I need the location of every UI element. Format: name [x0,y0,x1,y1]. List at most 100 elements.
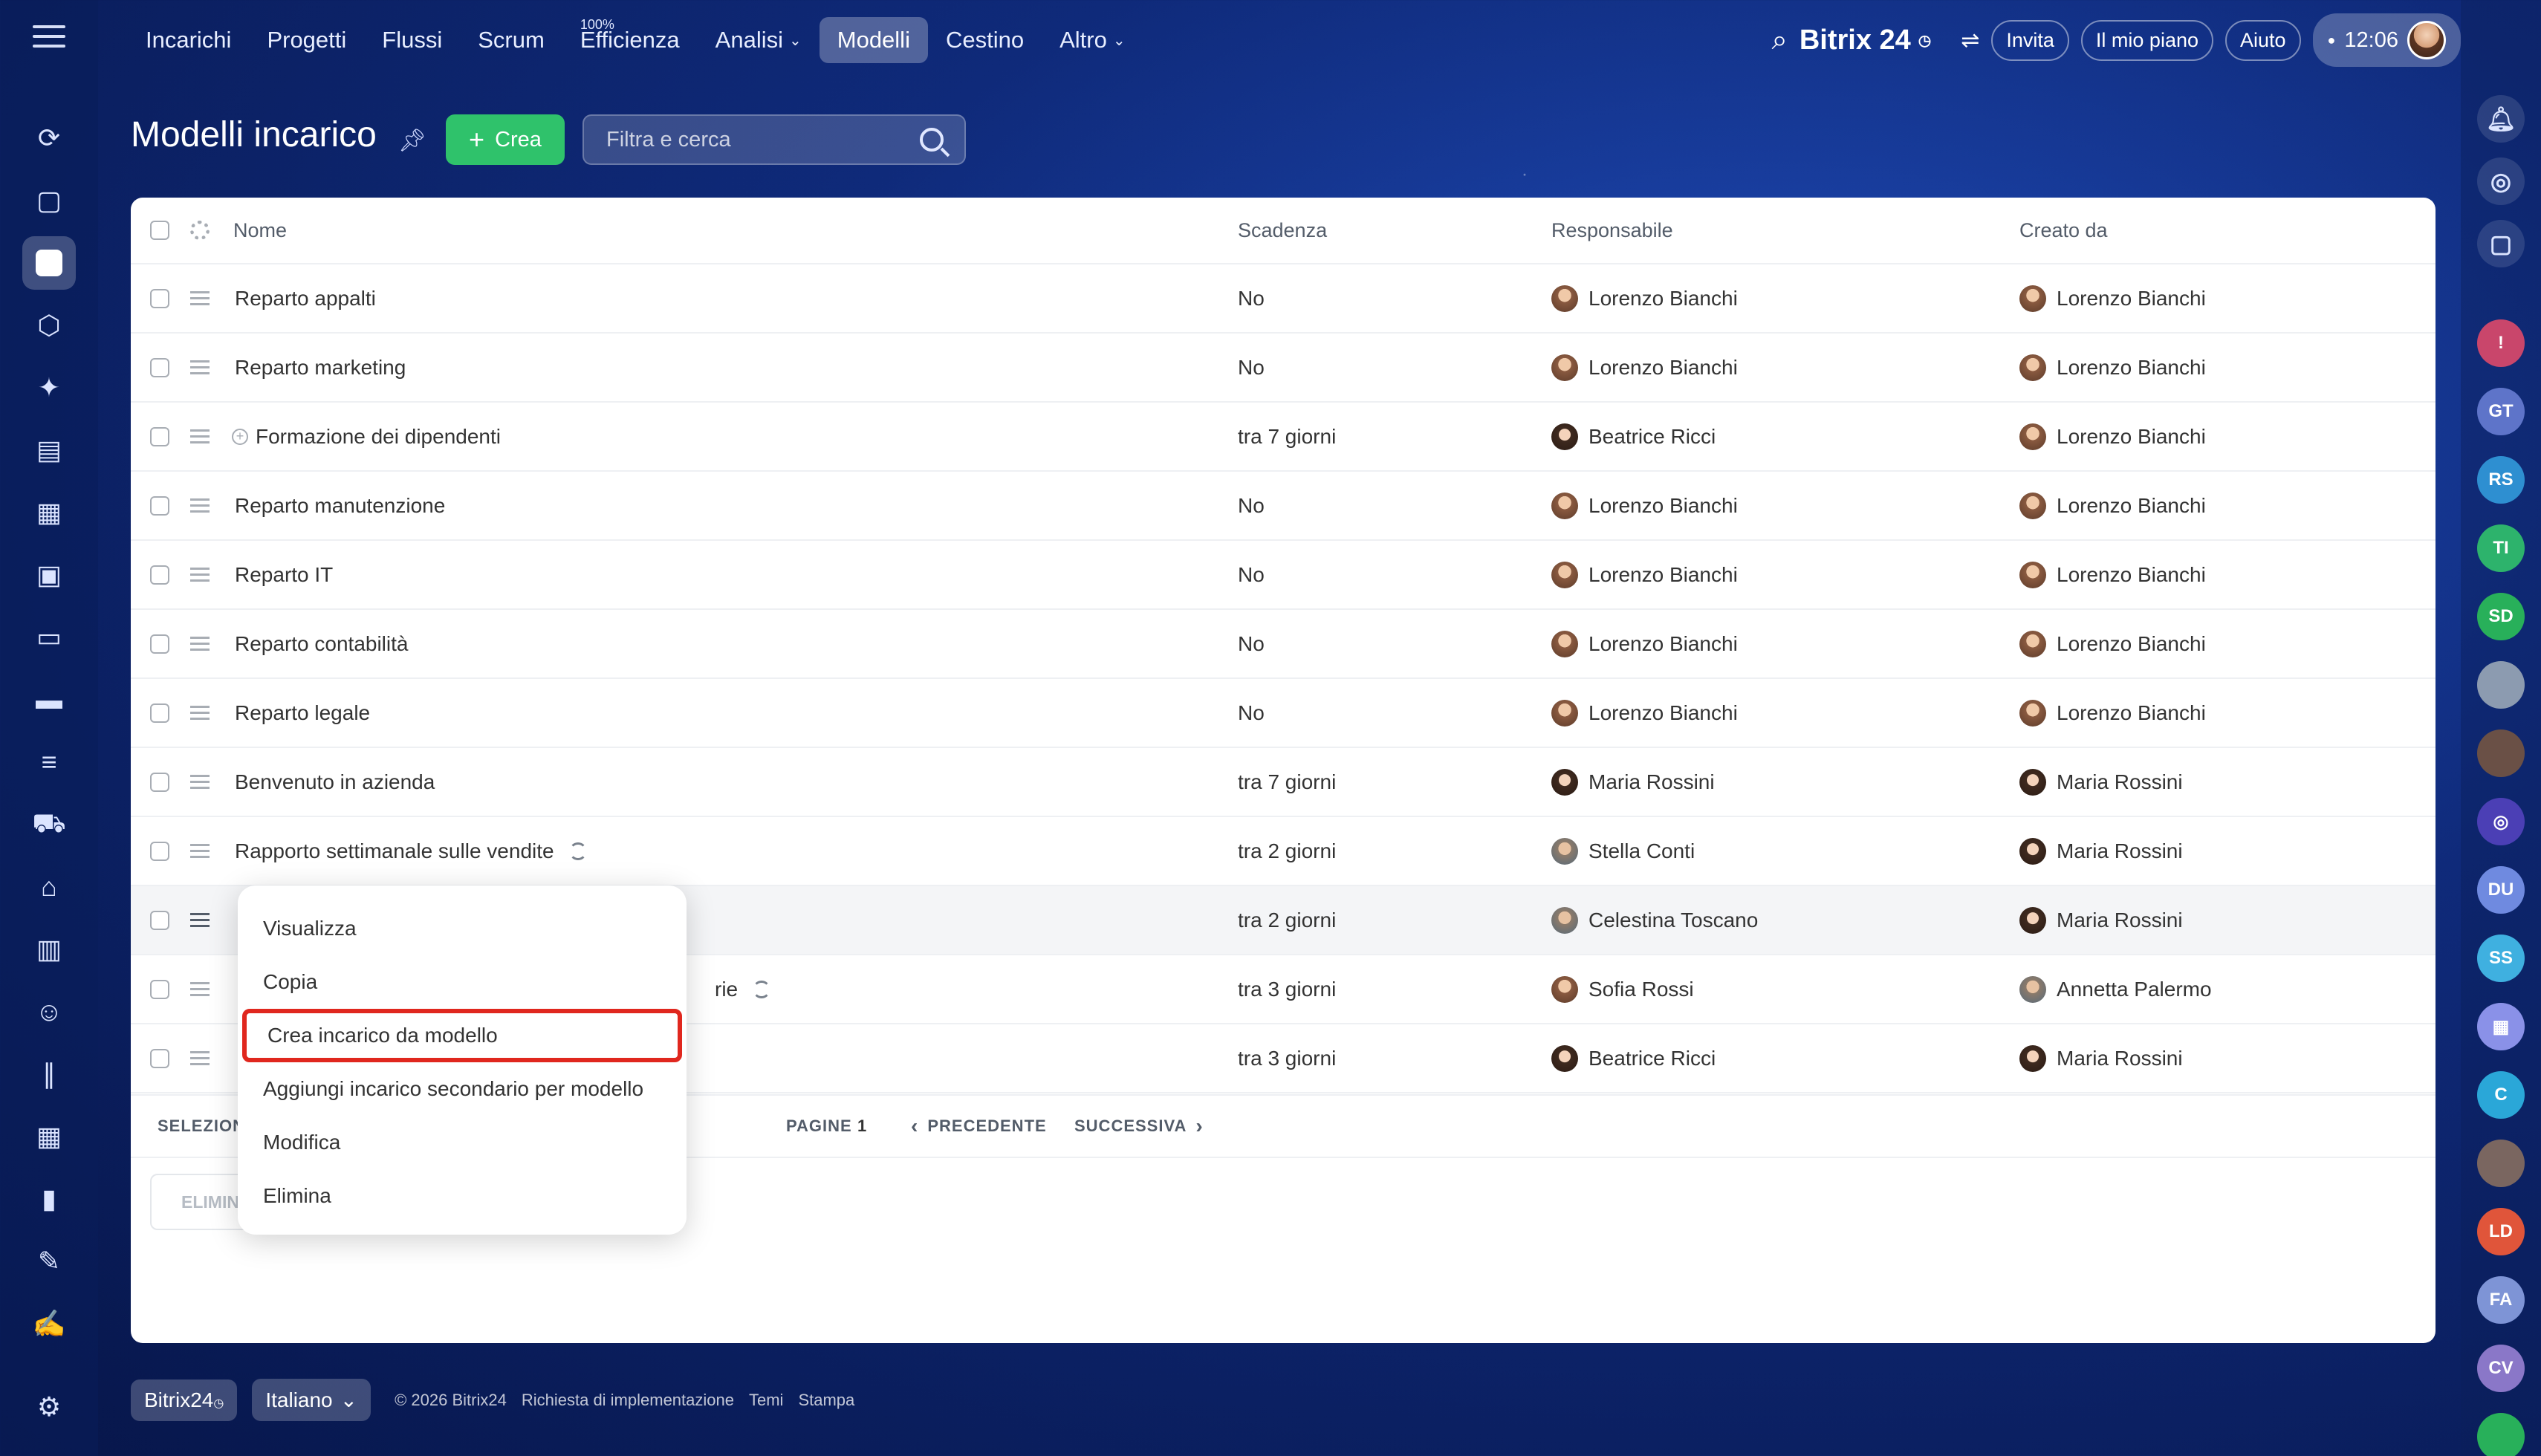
document-icon[interactable]: ▤ [22,423,76,477]
responsible-name[interactable]: Lorenzo Bianchi [1588,563,1738,587]
chat-avatar-copilot[interactable]: ◎ [2477,798,2525,845]
settings-icon[interactable]: ⚙ [22,1380,76,1434]
row-menu-icon[interactable] [190,913,210,927]
my-plan-button[interactable]: Il mio piano [2080,19,2213,61]
row-checkbox[interactable] [150,841,169,861]
row-checkbox[interactable] [150,1048,169,1068]
row-checkbox[interactable] [150,772,169,792]
responsible-name[interactable]: Lorenzo Bianchi [1588,356,1738,380]
footer-link-print[interactable]: Stampa [798,1391,854,1410]
hexagon-icon[interactable]: ⬡ [22,299,76,352]
brand-logo[interactable]: Bitrix 24 ◷ [1800,25,1931,56]
gear-icon[interactable] [190,221,210,240]
template-name[interactable]: Reparto IT [235,541,333,608]
table-row[interactable]: Reparto contabilità No Lorenzo Bianchi L… [131,610,2435,679]
row-checkbox[interactable] [150,495,169,516]
nav-analytics[interactable]: Analisi ⌄ [698,17,820,63]
invite-button[interactable]: Invita [1991,19,2069,61]
creator-name[interactable]: Lorenzo Bianchi [2057,632,2206,656]
row-menu-icon[interactable] [190,1051,210,1065]
store-icon[interactable]: ⌂ [22,860,76,914]
responsible-name[interactable]: Maria Rossini [1588,770,1715,794]
creator-name[interactable]: Annetta Palermo [2057,978,2212,1001]
template-name[interactable]: Reparto appalti [235,264,376,332]
edit-document-icon[interactable]: ✎ [22,1235,76,1288]
nav-tasks[interactable]: Incarichi [128,17,249,63]
creator-name[interactable]: Lorenzo Bianchi [2057,563,2206,587]
chat-avatar-cv[interactable]: CV [2477,1345,2525,1392]
notification-avatar[interactable]: ! [2477,319,2525,367]
chat-avatar-ss[interactable]: SS [2477,935,2525,982]
responsible-name[interactable]: Beatrice Ricci [1588,1047,1716,1070]
row-checkbox[interactable] [150,288,169,308]
creator-name[interactable]: Lorenzo Bianchi [2057,356,2206,380]
responsible-name[interactable]: Lorenzo Bianchi [1588,287,1738,311]
row-menu-icon[interactable] [190,775,210,789]
creator-name[interactable]: Lorenzo Bianchi [2057,494,2206,518]
column-deadline[interactable]: Scadenza [1238,198,1327,263]
footer-link-themes[interactable]: Temi [749,1391,783,1410]
row-menu-icon[interactable] [190,844,210,858]
responsible-name[interactable]: Stella Conti [1588,839,1695,863]
board-icon[interactable]: ▣ [22,548,76,602]
cart-icon[interactable]: ⛟ [22,798,76,851]
chat-avatar-gt[interactable]: GT [2477,388,2525,435]
row-checkbox[interactable] [150,634,169,654]
template-name[interactable]: rie [715,978,738,1001]
row-menu-icon[interactable] [190,429,210,443]
menu-item-add-subtask[interactable]: Aggiungi incarico secondario per modello [238,1062,687,1116]
bell-icon[interactable]: 🔔︎ [2477,95,2525,143]
template-name[interactable]: Reparto manutenzione [235,472,445,539]
chat-icon[interactable]: ▢ [22,174,76,227]
chat-avatar-calendar[interactable]: ▦ [2477,1003,2525,1050]
responsible-name[interactable]: Lorenzo Bianchi [1588,701,1738,725]
drive-icon[interactable]: ▬ [22,673,76,727]
chat-avatar-more[interactable] [2477,1413,2525,1456]
funnel-icon[interactable]: ≡ [22,735,76,789]
footer-link-implementation[interactable]: Richiesta di implementazione [522,1391,734,1410]
creator-name[interactable]: Maria Rossini [2057,770,2183,794]
menu-item-delete[interactable]: Elimina [238,1169,687,1223]
next-page-button[interactable]: SUCCESSIVA › [1074,1096,1204,1157]
chat-avatar-c[interactable]: C [2477,1071,2525,1119]
chat-avatar-du[interactable]: DU [2477,866,2525,914]
chat-bubble-icon[interactable]: ▢ [2477,220,2525,267]
template-name[interactable]: Reparto marketing [235,334,406,401]
table-row[interactable]: + Formazione dei dipendenti tra 7 giorni … [131,403,2435,472]
row-menu-icon[interactable] [190,291,210,305]
table-row[interactable]: Rapporto settimanale sulle vendite tra 2… [131,817,2435,886]
nav-flows[interactable]: Flussi [364,17,460,63]
contacts-icon[interactable]: ▥ [22,923,76,976]
chat-avatar-photo-2[interactable] [2477,729,2525,777]
search-input[interactable]: Filtra e cerca [582,114,966,165]
column-responsible[interactable]: Responsabile [1551,198,1673,263]
creator-name[interactable]: Maria Rossini [2057,1047,2183,1070]
template-name[interactable]: Rapporto settimanale sulle vendite [235,839,554,863]
column-name[interactable]: Nome [233,198,287,263]
row-menu-icon[interactable] [190,637,210,651]
row-checkbox[interactable] [150,357,169,377]
table-row[interactable]: Reparto marketing No Lorenzo Bianchi Lor… [131,334,2435,403]
time-widget[interactable]: ● 12:06 [2312,13,2461,67]
chat-avatar-rs[interactable]: RS [2477,456,2525,504]
activity-icon[interactable]: ⟳ [22,111,76,165]
create-button[interactable]: + Crea [446,114,565,165]
table-row[interactable]: Reparto legale No Lorenzo Bianchi Lorenz… [131,679,2435,748]
responsible-name[interactable]: Beatrice Ricci [1588,425,1716,449]
responsible-name[interactable]: Lorenzo Bianchi [1588,494,1738,518]
row-menu-icon[interactable] [190,982,210,996]
current-page[interactable]: 1 [857,1096,867,1157]
creator-name[interactable]: Maria Rossini [2057,909,2183,932]
row-menu-icon[interactable] [190,568,210,582]
crm-icon[interactable]: ✦ [22,361,76,415]
nav-more[interactable]: Altro ⌄ [1042,17,1143,63]
file-icon[interactable]: ▭ [22,611,76,664]
creator-name[interactable]: Lorenzo Bianchi [2057,287,2206,311]
target-icon[interactable]: ◎ [2477,157,2525,205]
select-all-checkbox[interactable] [150,221,169,240]
prev-page-button[interactable]: ‹ PRECEDENTE [911,1096,1047,1157]
menu-icon[interactable] [33,25,65,51]
table-row[interactable]: Reparto manutenzione No Lorenzo Bianchi … [131,472,2435,541]
chat-avatar-photo-1[interactable] [2477,661,2525,709]
search-icon[interactable]: ⌕ [1772,25,1788,56]
